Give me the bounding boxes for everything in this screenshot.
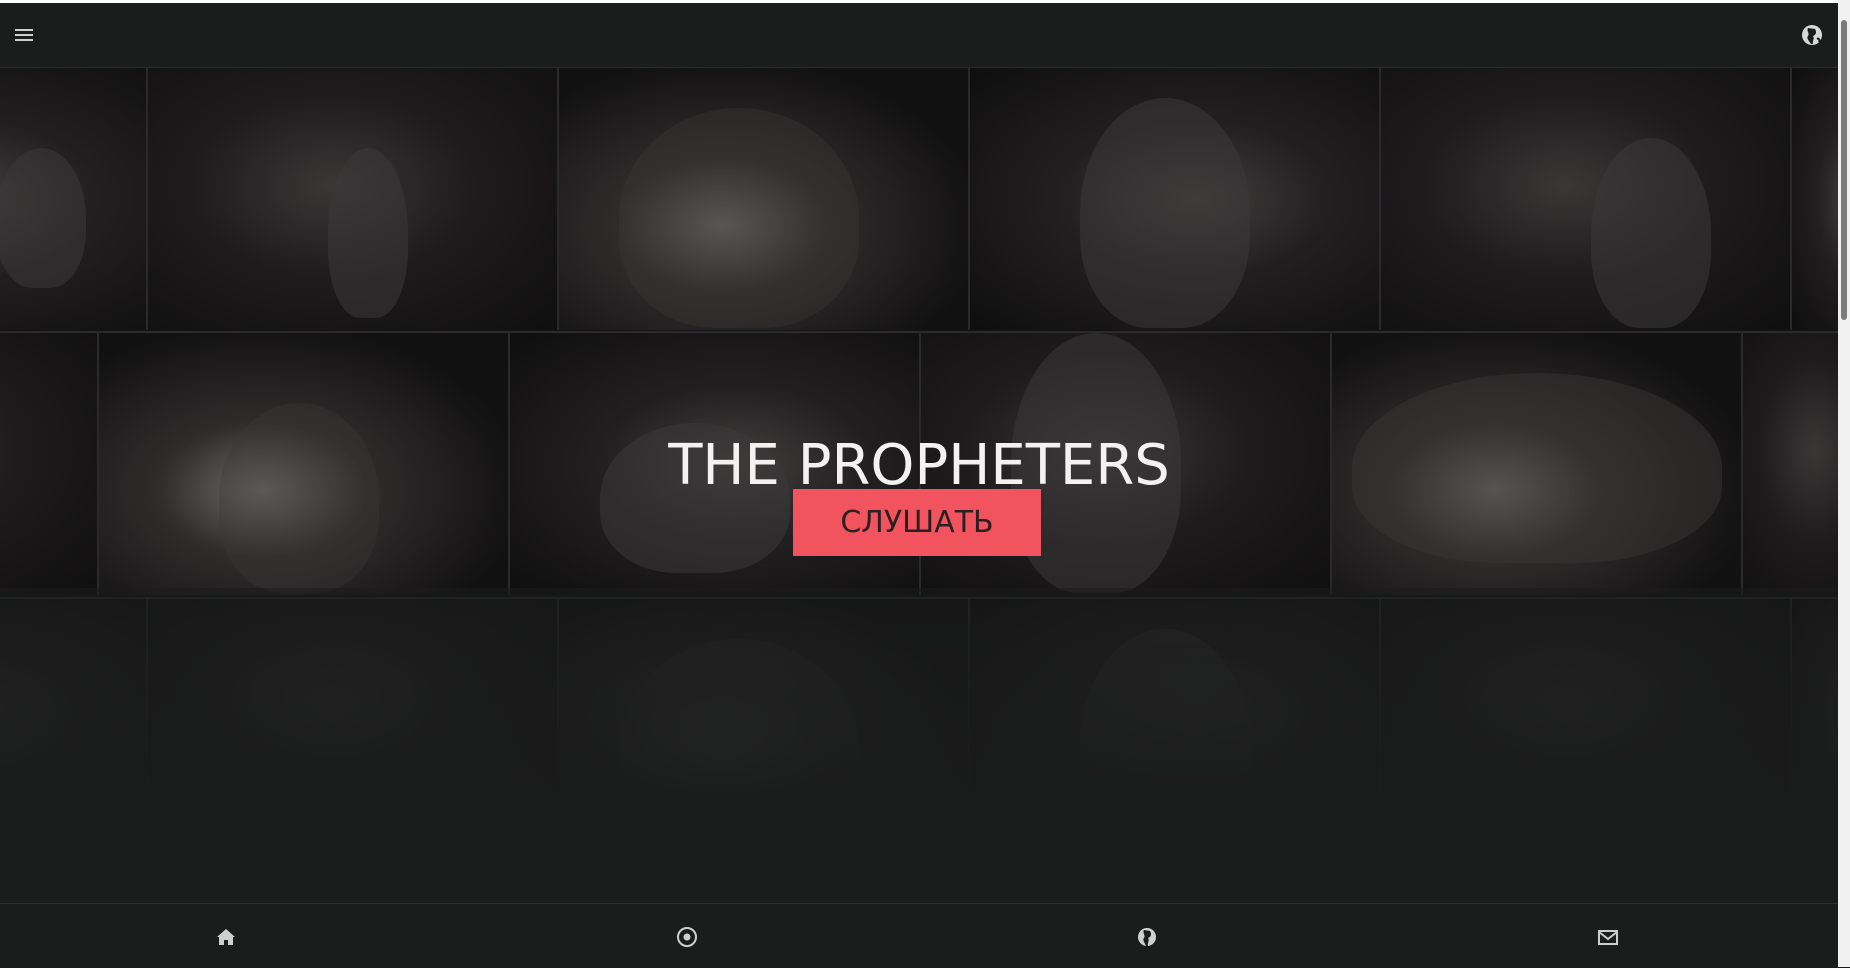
listen-button[interactable]: СЛУШАТЬ: [793, 489, 1041, 556]
hamburger-menu-icon[interactable]: [8, 19, 40, 51]
hero-photo-grid: THE PROPHETERS: [0, 68, 1838, 903]
band-photo: [559, 68, 970, 330]
page-scrollbar[interactable]: [1838, 0, 1850, 967]
mail-icon[interactable]: [1595, 924, 1621, 950]
band-photo: [0, 68, 148, 330]
hero-bottom-fade: [0, 588, 1838, 903]
home-icon[interactable]: [213, 924, 239, 950]
photo-row: [0, 68, 1838, 332]
top-app-bar: [0, 3, 1838, 68]
band-photo: [1381, 68, 1792, 330]
globe-icon[interactable]: [1796, 19, 1828, 51]
bottom-navigation: [0, 903, 1838, 968]
band-photo: [1792, 68, 1838, 330]
globe-icon[interactable]: [1134, 924, 1160, 950]
band-photo: [148, 68, 559, 330]
vinyl-disc-icon[interactable]: [674, 924, 700, 950]
band-photo: [970, 68, 1381, 330]
scrollbar-thumb[interactable]: [1841, 20, 1847, 320]
